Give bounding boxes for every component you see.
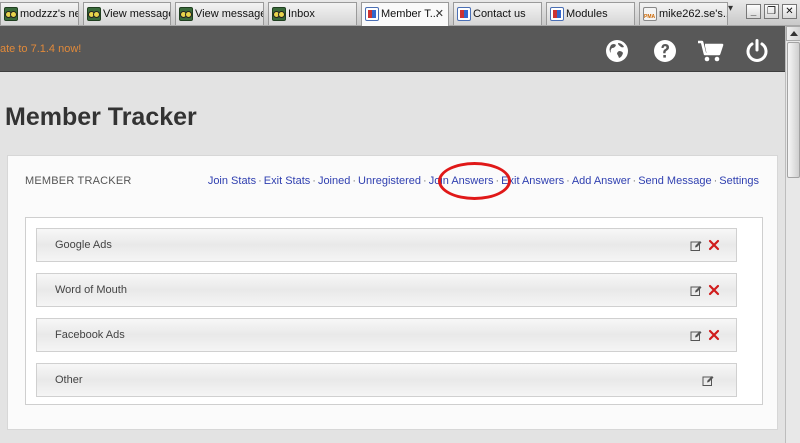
edit-icon[interactable]: [702, 374, 714, 386]
module-icon: [365, 7, 379, 21]
browser-tab-bar: modzzz's ne... View message View message In…: [0, 0, 800, 26]
owl-icon: [87, 7, 101, 21]
scroll-up-arrow[interactable]: [786, 26, 800, 41]
tab-label: Contact us: [473, 8, 526, 20]
power-icon[interactable]: [744, 38, 770, 64]
answer-label: Word of Mouth: [55, 284, 127, 296]
vertical-scrollbar[interactable]: [785, 26, 800, 443]
browser-tab[interactable]: Modules: [546, 2, 635, 25]
answers-list: Google Ads Word of Mouth Facebook Ads Other: [25, 217, 763, 405]
owl-icon: [179, 7, 193, 21]
tab-list-dropdown-icon[interactable]: ▾: [728, 3, 733, 14]
update-notice[interactable]: ate to 7.1.4 now!: [0, 43, 81, 55]
answer-row: Other: [36, 363, 737, 397]
cart-icon[interactable]: [697, 38, 725, 64]
tab-label: mike262.se's...: [659, 8, 728, 20]
answer-label: Facebook Ads: [55, 329, 125, 341]
site-header: ate to 7.1.4 now!: [0, 26, 785, 72]
tab-label: Member T...: [381, 8, 439, 20]
globe-icon[interactable]: [604, 38, 630, 64]
nav-separator: ·: [312, 175, 316, 187]
browser-tab[interactable]: View message: [83, 2, 171, 25]
panel-title: MEMBER TRACKER: [25, 175, 132, 187]
answer-row: Facebook Ads: [36, 318, 737, 352]
help-icon[interactable]: [652, 38, 678, 64]
browser-tab[interactable]: View message: [175, 2, 264, 25]
answer-label: Other: [55, 374, 83, 386]
tab-label: Inbox: [288, 8, 315, 20]
browser-tab[interactable]: modzzz's ne...: [0, 2, 79, 25]
answer-row: Google Ads: [36, 228, 737, 262]
restore-button[interactable]: ❐: [764, 4, 779, 19]
nav-link-add-answer[interactable]: Add Answer: [572, 175, 631, 187]
nav-separator: ·: [352, 175, 357, 187]
close-tab-icon[interactable]: ✕: [435, 3, 444, 25]
answer-row: Word of Mouth: [36, 273, 737, 307]
browser-tab[interactable]: Inbox: [268, 2, 357, 25]
nav-separator: ·: [423, 175, 427, 187]
highlight-circle-annotation: [438, 162, 511, 200]
tab-label: View message: [103, 8, 171, 20]
browser-tab[interactable]: mike262.se's...: [639, 2, 728, 25]
browser-tab[interactable]: Contact us: [453, 2, 542, 25]
nav-link-join-stats[interactable]: Join Stats: [208, 175, 256, 187]
answer-label: Google Ads: [55, 239, 112, 251]
minimize-button[interactable]: _: [746, 4, 761, 19]
scroll-thumb[interactable]: [787, 42, 800, 178]
nav-link-exit-stats[interactable]: Exit Stats: [264, 175, 310, 187]
edit-icon[interactable]: [690, 239, 702, 251]
owl-icon: [272, 7, 286, 21]
nav-separator: ·: [566, 175, 570, 187]
tab-label: View message: [195, 8, 264, 20]
phpmyadmin-icon: [643, 7, 657, 21]
nav-separator: ·: [258, 175, 262, 187]
nav-link-send-message[interactable]: Send Message: [638, 175, 711, 187]
nav-link-settings[interactable]: Settings: [719, 175, 759, 187]
nav-link-unregistered[interactable]: Unregistered: [358, 175, 421, 187]
tab-label: modzzz's ne...: [20, 8, 78, 20]
tab-label: Modules: [566, 8, 608, 20]
member-tracker-panel: MEMBER TRACKER Join Stats · Exit Stats · Joi…: [7, 155, 778, 430]
delete-icon[interactable]: [708, 283, 720, 296]
edit-icon[interactable]: [690, 329, 702, 341]
delete-icon[interactable]: [708, 238, 720, 251]
edit-icon[interactable]: [690, 284, 702, 296]
module-icon: [550, 7, 564, 21]
close-window-button[interactable]: ✕: [782, 4, 797, 19]
owl-icon: [4, 7, 18, 21]
browser-tab[interactable]: Member T... ✕: [361, 2, 449, 26]
page-title: Member Tracker: [5, 103, 197, 131]
module-icon: [457, 7, 471, 21]
delete-icon[interactable]: [708, 328, 720, 341]
nav-link-joined[interactable]: Joined: [318, 175, 350, 187]
